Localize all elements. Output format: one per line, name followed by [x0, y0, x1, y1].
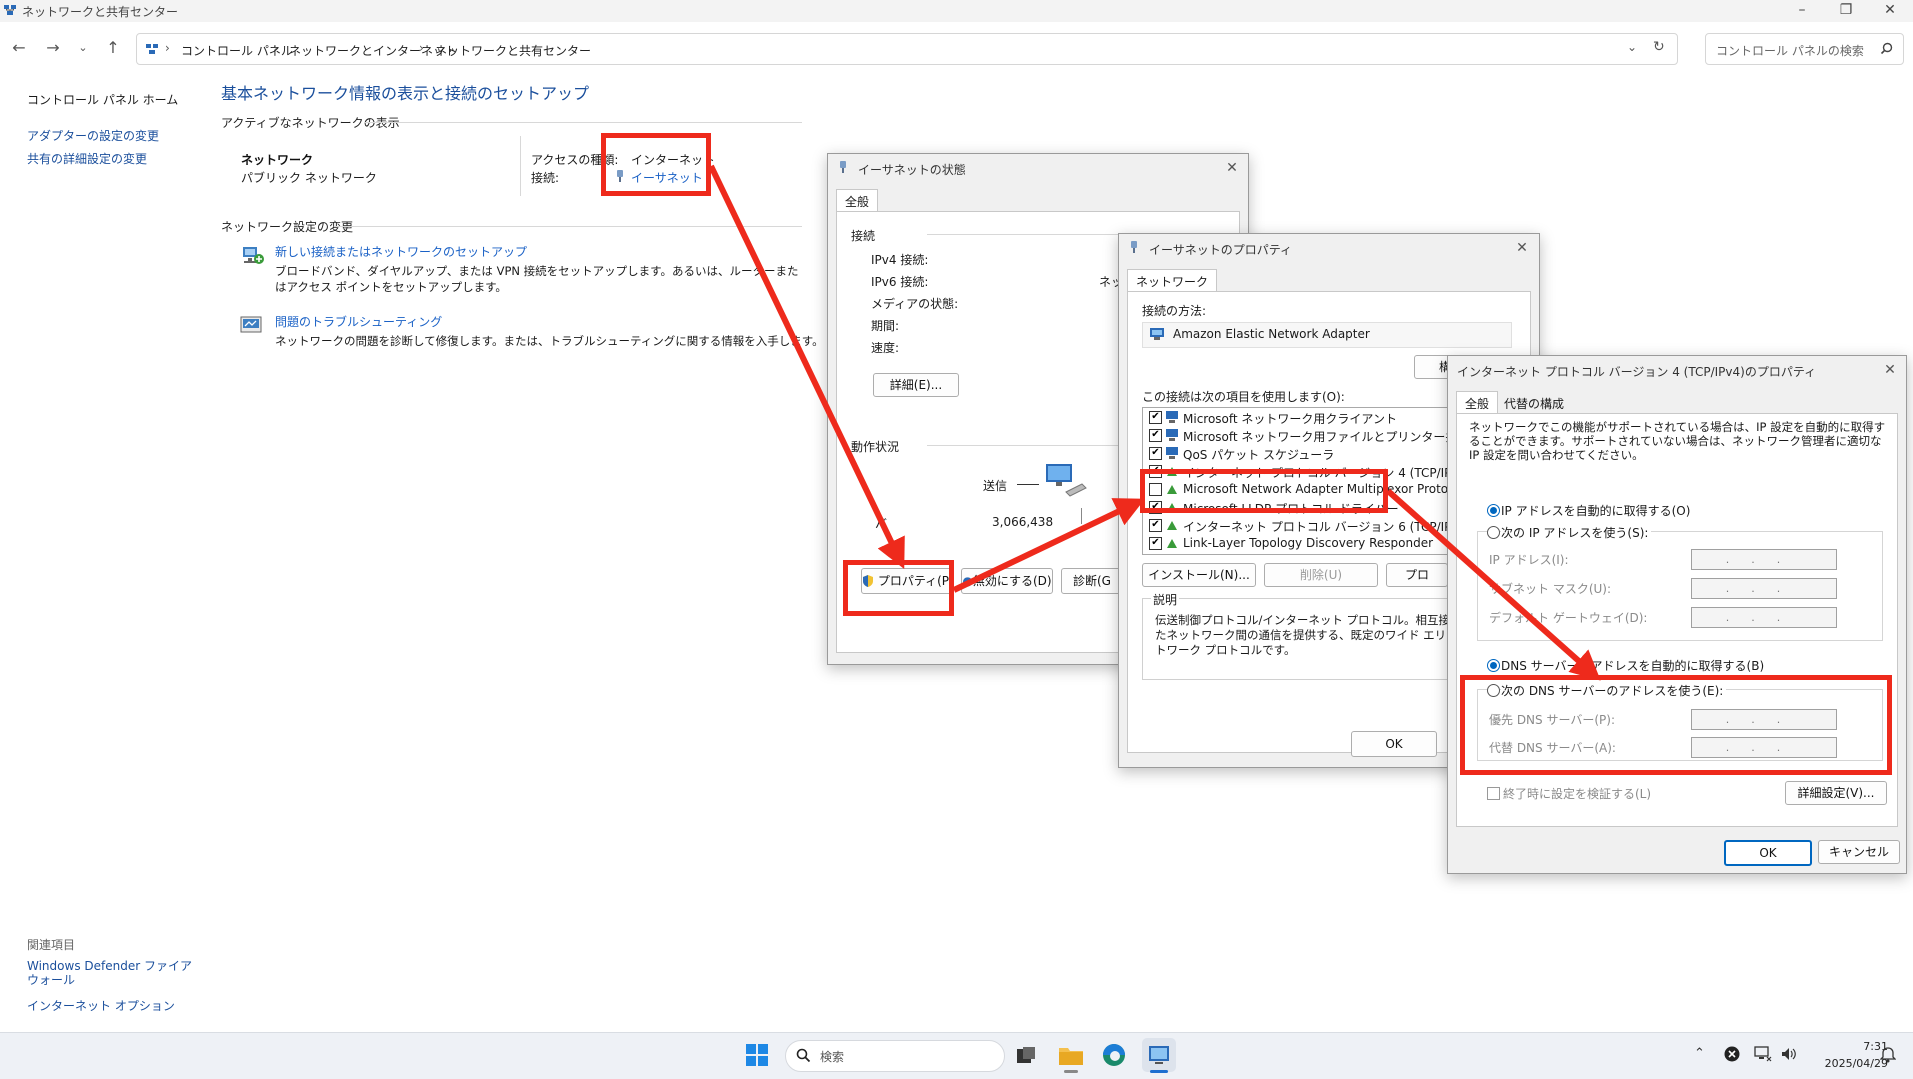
start-icon[interactable] — [745, 1043, 769, 1067]
search-icon — [796, 1048, 811, 1063]
task-view-icon[interactable] — [1015, 1046, 1037, 1066]
taskbar-search[interactable]: 検索 — [785, 1040, 1005, 1072]
control-panel-taskbar-icon[interactable] — [1147, 1043, 1171, 1067]
clock-date[interactable]: 2025/04/29 — [1810, 1057, 1888, 1070]
file-explorer-icon[interactable] — [1058, 1043, 1084, 1067]
arrow-to-dns-settings — [1386, 488, 1601, 681]
taskbar-search-placeholder: 検索 — [820, 1050, 845, 1064]
tray-status-icon[interactable] — [1724, 1046, 1740, 1062]
running-indicator — [1064, 1070, 1078, 1073]
arrow-to-properties — [708, 164, 905, 569]
notification-bell-icon[interactable] — [1880, 1047, 1896, 1063]
running-indicator — [1150, 1070, 1168, 1073]
clock-time[interactable]: 7:31 — [1818, 1040, 1888, 1053]
arrow-to-ipv4-item — [952, 498, 1145, 593]
network-tray-icon[interactable] — [1754, 1046, 1772, 1062]
edge-icon[interactable] — [1102, 1043, 1126, 1067]
volume-icon[interactable] — [1780, 1046, 1798, 1062]
tray-chevron-up-icon[interactable]: ⌃ — [1694, 1046, 1705, 1061]
annotation-arrows — [708, 164, 1601, 681]
